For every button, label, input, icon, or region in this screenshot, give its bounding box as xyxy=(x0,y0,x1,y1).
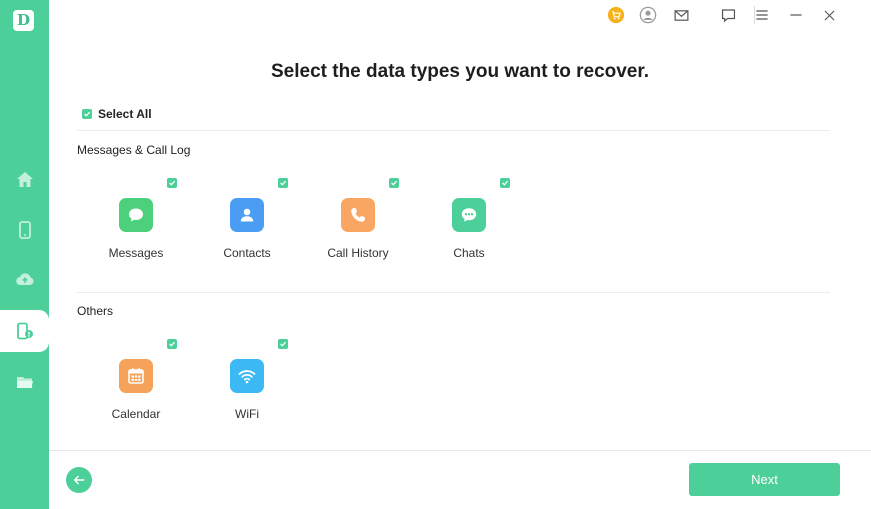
data-type-messages[interactable]: Messages xyxy=(50,178,177,273)
app-logo: D xyxy=(13,10,34,31)
divider xyxy=(77,130,830,131)
message-bubble-icon xyxy=(119,198,153,232)
data-type-call-history[interactable]: Call History xyxy=(272,178,399,273)
close-icon xyxy=(824,10,834,20)
mail-icon xyxy=(674,9,688,21)
footer-divider xyxy=(49,450,871,451)
arrow-left-icon xyxy=(73,475,85,485)
sidebar-item-cloud[interactable] xyxy=(0,258,49,300)
calendar-icon xyxy=(119,359,153,393)
minimize-button[interactable] xyxy=(786,5,806,25)
user-icon xyxy=(639,6,657,24)
phone-call-icon xyxy=(341,198,375,232)
data-type-contacts[interactable]: Contacts xyxy=(161,178,288,273)
phone-icon xyxy=(18,221,31,239)
cloud-upload-icon xyxy=(15,273,33,286)
data-type-wifi[interactable]: WiFi xyxy=(161,339,288,434)
divider xyxy=(77,292,830,293)
sidebar-item-device-recovery[interactable] xyxy=(0,310,49,352)
minimize-icon xyxy=(790,14,802,16)
back-button[interactable] xyxy=(66,467,92,493)
device-recovery-icon xyxy=(16,322,33,340)
select-all-checkbox[interactable]: Select All xyxy=(82,107,152,121)
data-type-chats[interactable]: Chats xyxy=(383,178,510,273)
wifi-icon xyxy=(230,359,264,393)
contact-person-icon xyxy=(230,198,264,232)
menu-icon xyxy=(756,10,768,20)
close-button[interactable] xyxy=(819,5,839,25)
select-all-label: Select All xyxy=(98,107,152,121)
feedback-icon xyxy=(721,8,735,22)
home-icon xyxy=(16,172,33,187)
item-label: WiFi xyxy=(235,407,259,421)
chat-bubble-icon xyxy=(452,198,486,232)
item-label: Chats xyxy=(453,246,485,260)
page-title: Select the data types you want to recove… xyxy=(270,61,649,82)
data-type-calendar[interactable]: Calendar xyxy=(50,339,177,434)
menu-button[interactable] xyxy=(752,5,772,25)
account-button[interactable] xyxy=(638,5,658,25)
checkbox-checked-icon[interactable] xyxy=(500,178,510,188)
cart-button[interactable] xyxy=(606,5,626,25)
sidebar: D xyxy=(0,0,49,509)
mail-button[interactable] xyxy=(671,5,691,25)
feedback-button[interactable] xyxy=(718,5,738,25)
section-label-messages-call-log: Messages & Call Log xyxy=(77,143,191,157)
cart-icon xyxy=(607,6,625,24)
sidebar-item-files[interactable] xyxy=(0,361,49,403)
sidebar-item-device[interactable] xyxy=(0,209,49,251)
next-button[interactable]: Next xyxy=(689,463,840,496)
sidebar-item-home[interactable] xyxy=(0,159,49,201)
checkbox-checked-icon[interactable] xyxy=(278,339,288,349)
checkbox-checked-icon xyxy=(82,109,92,119)
section-label-others: Others xyxy=(77,304,114,318)
title-bar xyxy=(49,0,871,30)
folder-icon xyxy=(16,377,33,388)
